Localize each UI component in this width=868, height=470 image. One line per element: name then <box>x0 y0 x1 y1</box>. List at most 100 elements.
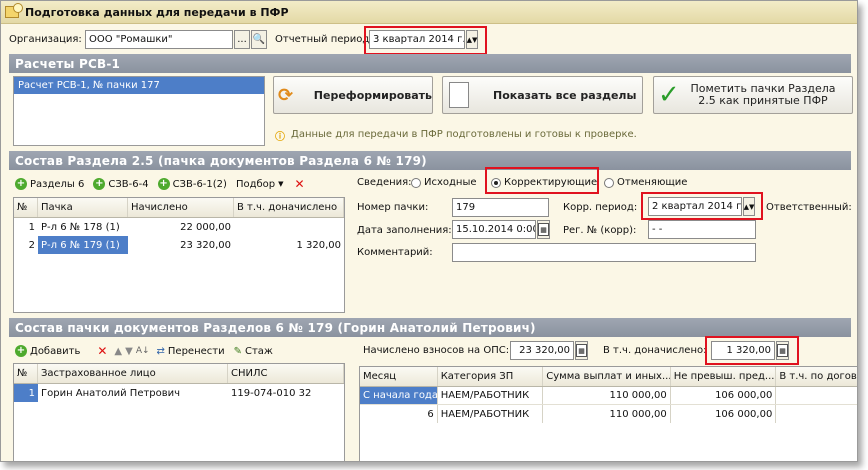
move-down-icon[interactable]: ▼ <box>125 346 133 357</box>
pencil-icon: ✎ <box>233 345 242 357</box>
window-title: Подготовка данных для передачи в ПФР <box>25 5 289 19</box>
szv612-button[interactable]: СЗВ-6-1(2) <box>173 179 227 190</box>
ops-label: Начислено взносов на ОПС: <box>363 345 510 356</box>
reformat-label: Переформировать <box>313 88 432 102</box>
cell: Горин Анатолий Петрович <box>41 387 181 399</box>
pack-no-field[interactable]: 179 <box>452 198 549 217</box>
date-field[interactable]: 15.10.2014 0:00 <box>452 220 536 239</box>
additional-field[interactable]: 1 320,00 <box>711 341 775 360</box>
show-all-sections-button[interactable]: Показать все разделы <box>442 76 643 114</box>
cell: 2 <box>28 239 35 251</box>
table-row[interactable]: 6 НАЕМ/РАБОТНИК 110 000,00 106 000,00 <box>360 405 857 423</box>
calendar-icon[interactable]: ▦ <box>537 220 550 239</box>
reformat-button[interactable]: ⟳ Переформировать <box>273 76 433 114</box>
pack-section-header: Состав пачки документов Разделов 6 № 179… <box>9 318 851 337</box>
cell: 110 000,00 <box>543 387 671 404</box>
corr-spin-icon[interactable]: ▲▼ <box>743 197 755 216</box>
cell: 6 <box>360 405 438 423</box>
add-button[interactable]: Добавить <box>30 346 80 357</box>
col-header[interactable]: Пачка <box>38 198 128 217</box>
add-icon: + <box>15 178 27 190</box>
form-icon <box>5 3 23 18</box>
org-field[interactable]: ООО "Ромашки" <box>85 30 233 49</box>
col-header[interactable]: № <box>14 198 38 217</box>
szv64-button[interactable]: СЗВ-6-4 <box>108 179 148 190</box>
delete-icon[interactable]: ✕ <box>97 344 107 358</box>
reg-label: Рег. № (корр): <box>563 225 637 236</box>
col-header[interactable]: В т.ч. доначислено <box>234 198 344 217</box>
col-header[interactable]: Сумма выплат и иных... <box>543 367 671 386</box>
col-header[interactable]: Начислено <box>128 198 234 217</box>
calculator-icon[interactable]: ▦ <box>776 341 789 360</box>
payments-table[interactable]: Месяц Категория ЗП Сумма выплат и иных..… <box>359 366 857 461</box>
document-icon <box>449 82 469 108</box>
col-header[interactable]: СНИЛС <box>228 364 344 383</box>
table-row[interactable]: 1 Горин Анатолий Петрович 119-074-010 32 <box>14 384 344 402</box>
col-header[interactable]: Месяц <box>360 367 438 386</box>
cell: НАЕМ/РАБОТНИК <box>438 405 544 423</box>
sections6-button[interactable]: Разделы 6 <box>30 179 84 190</box>
sec25-section-header: Состав Раздела 2.5 (пачка документов Раз… <box>9 151 851 170</box>
rsv-section-header: Расчеты РСВ-1 <box>9 54 851 73</box>
insured-table[interactable]: № Застрахованное лицо СНИЛС 1 Горин Анат… <box>13 363 345 461</box>
col-header[interactable]: Категория ЗП <box>438 367 544 386</box>
rsv-list[interactable]: Расчет РСВ-1, № пачки 177 <box>13 76 265 146</box>
org-select-button[interactable]: ... <box>234 30 250 49</box>
transfer-button[interactable]: Перенести <box>168 346 225 357</box>
cell: 1 320,00 <box>296 239 341 251</box>
corr-period-label: Корр. период: <box>563 202 638 213</box>
period-label: Отчетный период: <box>275 34 373 45</box>
period-field[interactable]: 3 квартал 2014 г. <box>369 30 465 49</box>
info-icon: ⓘ <box>275 132 285 143</box>
corr-period-field[interactable]: 2 квартал 2014 г. <box>648 197 742 216</box>
reg-field[interactable]: - - <box>648 220 756 239</box>
transfer-icon: ⇄ <box>156 345 165 357</box>
sort-icon[interactable]: A↓ <box>136 346 150 356</box>
table-row[interactable]: 2 Р-л 6 № 179 (1) 23 320,00 1 320,00 <box>14 236 344 254</box>
delete-icon[interactable]: ✕ <box>295 177 305 191</box>
cell: 23 320,00 <box>180 239 231 251</box>
date-label: Дата заполнения: <box>357 225 452 236</box>
responsible-label: Ответственный: <box>766 202 852 213</box>
ops-field[interactable]: 23 320,00 <box>510 341 574 360</box>
move-up-icon[interactable]: ▲ <box>114 346 122 357</box>
cell: 1 <box>28 221 35 233</box>
mark-accepted-label: Пометить пачки Раздела 2.5 как принятые … <box>690 82 836 107</box>
col-header[interactable]: № <box>14 364 38 383</box>
pack-no-label: Номер пачки: <box>357 202 429 213</box>
cell: Р-л 6 № 178 (1) <box>41 221 120 233</box>
cell: 110 000,00 <box>543 405 671 423</box>
comment-label: Комментарий: <box>357 247 433 258</box>
main-window: Подготовка данных для передачи в ПФР Орг… <box>0 0 858 462</box>
cell <box>776 387 857 404</box>
cell: 106 000,00 <box>671 405 777 423</box>
add-icon: + <box>157 178 170 190</box>
cell: С начала года <box>360 387 438 404</box>
period-spin-icon[interactable]: ▲▼ <box>466 30 478 49</box>
cell: 1 <box>14 384 38 402</box>
radio-initial[interactable]: Исходные <box>411 177 477 188</box>
add-icon: + <box>15 345 27 357</box>
additional-label: В т.ч. доначислено: <box>603 345 707 356</box>
org-search-icon[interactable]: 🔍 <box>251 30 267 49</box>
col-header[interactable]: В т.ч. по догов <box>776 367 857 386</box>
radio-corrective[interactable]: Корректирующие <box>491 177 597 188</box>
experience-button[interactable]: Стаж <box>245 346 273 357</box>
cell: 106 000,00 <box>671 387 777 404</box>
add-icon: + <box>93 178 106 190</box>
table-row[interactable]: 1 Р-л 6 № 178 (1) 22 000,00 <box>14 218 344 236</box>
people-icon: ⟳ <box>278 84 294 106</box>
cell <box>234 218 344 236</box>
table-row[interactable]: С начала года НАЕМ/РАБОТНИК 110 000,00 1… <box>360 387 857 405</box>
pick-button[interactable]: Подбор <box>236 179 275 190</box>
col-header[interactable]: Застрахованное лицо <box>38 364 228 383</box>
col-header[interactable]: Не превыш. пред... <box>671 367 777 386</box>
calculator-icon[interactable]: ▦ <box>575 341 588 360</box>
cell: Р-л 6 № 179 (1) <box>38 236 128 254</box>
checkmark-icon: ✓ <box>658 80 680 110</box>
radio-cancel[interactable]: Отменяющие <box>604 177 687 188</box>
comment-field[interactable] <box>452 243 756 262</box>
mark-accepted-button[interactable]: ✓ Пометить пачки Раздела 2.5 как приняты… <box>653 76 853 114</box>
sec25-table[interactable]: № Пачка Начислено В т.ч. доначислено 1 Р… <box>13 197 345 313</box>
list-item[interactable]: Расчет РСВ-1, № пачки 177 <box>14 77 264 94</box>
